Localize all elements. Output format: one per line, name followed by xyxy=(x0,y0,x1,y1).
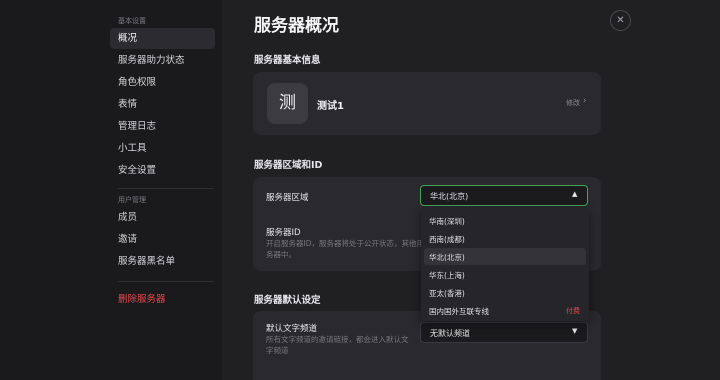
sidebar-item-overview[interactable]: 概况 xyxy=(110,28,215,49)
chevron-up-icon: ▲ xyxy=(572,190,578,198)
region-option[interactable]: 华东(上海) xyxy=(424,266,586,283)
server-id-desc: 务器中。 xyxy=(266,250,296,259)
server-name: 测试1 xyxy=(317,101,344,112)
default-channel-select[interactable]: 无默认频道 ▼ xyxy=(420,322,588,343)
sidebar-item-invites[interactable]: 邀请 xyxy=(110,229,215,250)
region-option-label: 华东(上海) xyxy=(429,271,465,280)
default-channel-desc: 所有文字频道的邀请链接，都会进入默认文 xyxy=(266,335,409,344)
default-channel-value: 无默认频道 xyxy=(430,329,470,338)
sidebar-group-title-basic: 基本设置 xyxy=(118,17,146,25)
sidebar-item-security[interactable]: 安全设置 xyxy=(110,160,215,181)
edit-link[interactable]: 修改 xyxy=(566,98,580,108)
section-title-defaults: 服务器默认设定 xyxy=(254,295,321,306)
sidebar-item-boost-status[interactable]: 服务器助力状态 xyxy=(110,50,215,71)
server-avatar[interactable]: 测 xyxy=(267,83,308,124)
region-option[interactable]: 国内国外互联专线 付费 xyxy=(424,302,586,319)
server-id-label: 服务器ID xyxy=(266,228,301,238)
sidebar-group-title-users: 用户管理 xyxy=(118,196,146,204)
sidebar-item-widgets[interactable]: 小工具 xyxy=(110,138,215,159)
chevron-right-icon[interactable]: › xyxy=(583,96,587,106)
sidebar-divider xyxy=(118,188,214,189)
page-title: 服务器概况 xyxy=(254,16,339,36)
sidebar-item-emoji[interactable]: 表情 xyxy=(110,94,215,115)
region-option-label: 华北(北京) xyxy=(429,253,465,262)
section-title-region: 服务器区域和ID xyxy=(254,160,323,171)
sidebar-item-blacklist[interactable]: 服务器黑名单 xyxy=(110,251,215,272)
sidebar-divider xyxy=(118,281,214,282)
region-option-label: 亚太(香港) xyxy=(429,289,465,298)
region-option[interactable]: 西南(成都) xyxy=(424,230,586,247)
region-option-label: 西南(成都) xyxy=(429,235,465,244)
server-id-desc: 开启服务器ID，服务器将处于公开状态，其他用 xyxy=(266,239,424,248)
region-select-value: 华北(北京) xyxy=(430,192,469,201)
sidebar-item-members[interactable]: 成员 xyxy=(110,207,215,228)
region-dropdown-menu: 华南(深圳) 西南(成都) 华北(北京) 华东(上海) 亚太(香港) 国内国外互… xyxy=(421,208,589,321)
region-option-label: 国内国外互联专线 xyxy=(429,307,489,316)
region-option[interactable]: 华北(北京) xyxy=(424,248,586,265)
default-channel-label: 默认文字频道 xyxy=(266,324,318,334)
region-select[interactable]: 华北(北京) ▲ xyxy=(420,185,588,206)
section-title-basic-info: 服务器基本信息 xyxy=(254,55,321,66)
region-label: 服务器区域 xyxy=(266,193,309,203)
close-icon[interactable]: ✕ xyxy=(610,10,631,31)
sidebar-item-roles[interactable]: 角色权限 xyxy=(110,72,215,93)
sidebar: 基本设置 概况 服务器助力状态 角色权限 表情 管理日志 小工具 安全设置 用户… xyxy=(0,0,222,380)
delete-server-button[interactable]: 删除服务器 xyxy=(110,289,215,310)
paid-badge: 付费 xyxy=(566,307,580,315)
region-option[interactable]: 亚太(香港) xyxy=(424,284,586,301)
region-option-label: 华南(深圳) xyxy=(429,217,465,226)
chevron-down-icon: ▼ xyxy=(572,327,578,335)
default-channel-desc: 字频道 xyxy=(266,346,289,355)
region-option[interactable]: 华南(深圳) xyxy=(424,212,586,229)
sidebar-item-audit-log[interactable]: 管理日志 xyxy=(110,116,215,137)
